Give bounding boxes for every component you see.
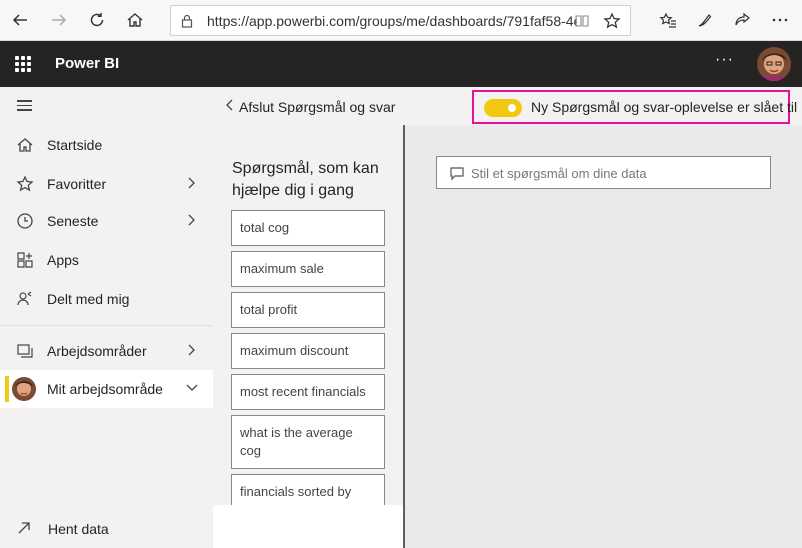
new-qa-toggle[interactable] — [484, 99, 522, 117]
nav-item-apps[interactable]: Apps — [0, 241, 213, 279]
nav-item-label: Apps — [47, 252, 79, 268]
home-icon — [17, 138, 33, 152]
arrow-up-right-icon — [18, 522, 30, 534]
exit-qa-button[interactable]: Afslut Spørgsmål og svar — [239, 99, 395, 115]
nav-item-shared[interactable]: Delt med mig — [0, 280, 213, 318]
ask-question-input[interactable] — [471, 161, 761, 185]
clock-icon — [17, 213, 33, 229]
suggestion-chip[interactable]: total profit — [231, 292, 385, 328]
favorite-star-icon[interactable] — [603, 12, 621, 30]
suggestion-chip[interactable]: most recent financials — [231, 374, 385, 410]
forward-arrow-icon[interactable] — [48, 9, 70, 31]
nav-item-home[interactable]: Startside — [0, 126, 213, 164]
apps-icon — [17, 252, 33, 268]
url-text: https://app.powerbi.com/groups/me/dashbo… — [207, 13, 577, 29]
get-data-link[interactable]: Hent data — [0, 510, 213, 548]
nav-item-label: Startside — [47, 137, 103, 153]
suggestion-chip[interactable]: maximum discount — [231, 333, 385, 369]
nav-item-favorites[interactable]: Favoritter — [0, 165, 213, 203]
address-bar[interactable]: https://app.powerbi.com/groups/me/dashbo… — [170, 5, 631, 36]
qa-canvas — [405, 125, 802, 548]
powerbi-header: Power BI ··· — [0, 41, 802, 87]
new-qa-toggle-highlight: Ny Spørgsmål og svar-oplevelse er slået … — [472, 90, 797, 124]
more-options-icon[interactable] — [769, 9, 791, 31]
favorites-list-icon[interactable] — [657, 9, 679, 31]
suggestion-chip[interactable]: what is the average cog — [231, 415, 385, 469]
nav-item-label: Delt med mig — [47, 291, 130, 307]
share-icon[interactable] — [731, 9, 753, 31]
pane-bottom — [213, 505, 403, 548]
nav-divider — [0, 325, 213, 326]
pen-icon[interactable] — [694, 9, 716, 31]
workspaces-icon — [17, 344, 33, 358]
get-data-label: Hent data — [48, 521, 109, 537]
suggestion-chip[interactable]: maximum sale — [231, 251, 385, 287]
avatar — [12, 377, 36, 401]
nav-item-label: Mit arbejdsområde — [47, 381, 163, 397]
nav-item-workspaces[interactable]: Arbejdsområder — [0, 332, 213, 370]
back-arrow-icon[interactable] — [9, 9, 31, 31]
refresh-icon[interactable] — [86, 9, 108, 31]
nav-item-label: Arbejdsområder — [47, 343, 147, 359]
chevron-down-icon[interactable] — [185, 381, 199, 395]
nav-item-recent[interactable]: Seneste — [0, 202, 213, 240]
chevron-right-icon[interactable] — [185, 176, 199, 190]
qa-header: Afslut Spørgsmål og svar Ny Spørgsmål og… — [213, 87, 802, 125]
hamburger-menu-icon[interactable] — [17, 100, 32, 114]
nav-item-label: Favoritter — [47, 176, 107, 192]
browser-toolbar: https://app.powerbi.com/groups/me/dashbo… — [0, 0, 802, 41]
app-launcher-icon[interactable] — [15, 56, 31, 72]
toggle-knob — [508, 104, 516, 112]
left-navigation: Startside Favoritter Seneste Apps Delt m… — [0, 87, 213, 548]
ask-question-box[interactable] — [436, 156, 771, 189]
avatar[interactable] — [757, 47, 791, 81]
reading-view-icon[interactable] — [574, 13, 590, 29]
home-icon[interactable] — [124, 9, 146, 31]
active-indicator — [5, 376, 9, 402]
nav-item-my-workspace[interactable]: Mit arbejdsområde — [0, 370, 213, 408]
shared-icon — [17, 291, 32, 306]
chat-bubble-icon — [450, 167, 464, 181]
lock-icon — [181, 14, 193, 28]
suggestion-chip[interactable]: financials sorted by — [231, 474, 385, 505]
chevron-left-icon[interactable] — [223, 98, 237, 112]
more-options-button[interactable]: ··· — [715, 51, 734, 69]
suggestions-title: Spørgsmål, som kan hjælpe dig i gang — [232, 160, 379, 199]
app-title: Power BI — [55, 55, 120, 72]
new-qa-toggle-label: Ny Spørgsmål og svar-oplevelse er slået … — [531, 99, 798, 115]
nav-item-label: Seneste — [47, 213, 99, 229]
chevron-right-icon[interactable] — [185, 213, 199, 227]
suggestion-chip[interactable]: total cog — [231, 210, 385, 246]
star-icon — [16, 175, 34, 192]
chevron-right-icon[interactable] — [185, 343, 199, 357]
suggestions-pane: Spørgsmål, som kan hjælpe dig i gang tot… — [213, 125, 403, 505]
